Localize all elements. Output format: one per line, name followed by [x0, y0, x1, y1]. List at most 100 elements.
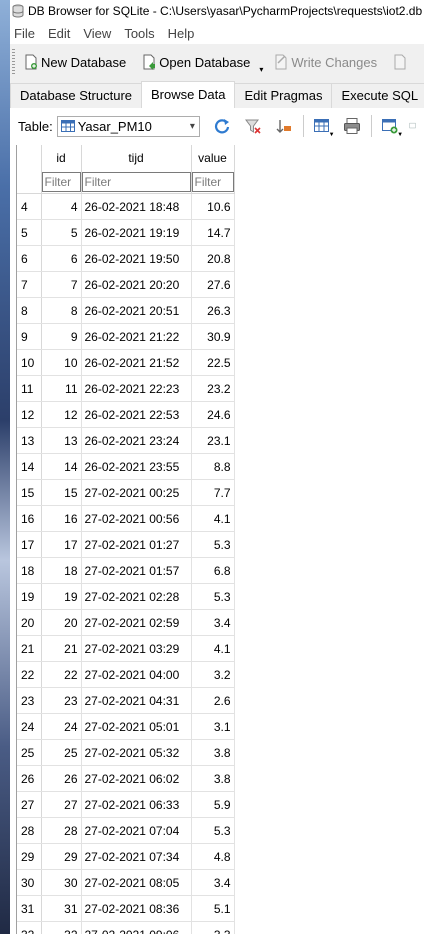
cell-tijd[interactable]: 26-02-2021 23:55	[81, 453, 192, 480]
table-row[interactable]: 24 24 27-02-2021 05:01 3.1	[17, 713, 235, 740]
cell-id[interactable]: 5	[41, 219, 82, 246]
table-row[interactable]: 15 15 27-02-2021 00:25 7.7	[17, 479, 235, 506]
menu-file[interactable]: File	[10, 26, 44, 41]
cell-tijd[interactable]: 27-02-2021 06:33	[81, 791, 192, 818]
cell-tijd[interactable]: 27-02-2021 07:34	[81, 843, 192, 870]
cell-id[interactable]: 6	[41, 245, 82, 272]
cell-id[interactable]: 18	[41, 557, 82, 584]
cell-tijd[interactable]: 27-02-2021 02:28	[81, 583, 192, 610]
table-row[interactable]: 13 13 26-02-2021 23:24 23.1	[17, 427, 235, 454]
row-number[interactable]: 21	[17, 635, 42, 662]
cell-id[interactable]: 31	[41, 895, 82, 922]
cell-tijd[interactable]: 26-02-2021 20:51	[81, 297, 192, 324]
cell-value[interactable]: 3.2	[191, 661, 235, 688]
table-row[interactable]: 16 16 27-02-2021 00:56 4.1	[17, 505, 235, 532]
row-number[interactable]: 20	[17, 609, 42, 636]
cell-value[interactable]: 3.8	[191, 765, 235, 792]
cell-tijd[interactable]: 26-02-2021 21:22	[81, 323, 192, 350]
cell-tijd[interactable]: 27-02-2021 04:31	[81, 687, 192, 714]
table-row[interactable]: 30 30 27-02-2021 08:05 3.4	[17, 869, 235, 896]
row-number[interactable]: 11	[17, 375, 42, 402]
cell-id[interactable]: 4	[41, 193, 82, 220]
row-number[interactable]: 30	[17, 869, 42, 896]
cell-id[interactable]: 19	[41, 583, 82, 610]
row-number[interactable]: 32	[17, 921, 42, 934]
cell-id[interactable]: 15	[41, 479, 82, 506]
cell-id[interactable]: 10	[41, 349, 82, 376]
cell-id[interactable]: 32	[41, 921, 82, 934]
cell-value[interactable]: 6.8	[191, 557, 235, 584]
cell-value[interactable]: 7.7	[191, 479, 235, 506]
open-database-dropdown-icon[interactable]: ▾	[259, 65, 263, 74]
table-row[interactable]: 8 8 26-02-2021 20:51 26.3	[17, 297, 235, 324]
cell-tijd[interactable]: 26-02-2021 21:52	[81, 349, 192, 376]
cell-value[interactable]: 10.6	[191, 193, 235, 220]
cell-tijd[interactable]: 26-02-2021 23:24	[81, 427, 192, 454]
cell-value[interactable]: 20.8	[191, 245, 235, 272]
cell-id[interactable]: 25	[41, 739, 82, 766]
cell-id[interactable]: 28	[41, 817, 82, 844]
cell-value[interactable]: 26.3	[191, 297, 235, 324]
cell-value[interactable]: 3.4	[191, 869, 235, 896]
row-number[interactable]: 26	[17, 765, 42, 792]
save-results-button[interactable]: ▼	[310, 115, 335, 138]
cell-id[interactable]: 20	[41, 609, 82, 636]
menu-view[interactable]: View	[79, 26, 120, 41]
cell-tijd[interactable]: 27-02-2021 00:56	[81, 505, 192, 532]
row-number[interactable]: 10	[17, 349, 42, 376]
cell-tijd[interactable]: 27-02-2021 00:25	[81, 479, 192, 506]
insert-record-button[interactable]: ▼	[378, 115, 403, 138]
cell-value[interactable]: 4.8	[191, 843, 235, 870]
cell-value[interactable]: 8.8	[191, 453, 235, 480]
row-number[interactable]: 28	[17, 817, 42, 844]
cell-value[interactable]: 23.1	[191, 427, 235, 454]
cell-value[interactable]: 3.8	[191, 739, 235, 766]
cell-tijd[interactable]: 27-02-2021 06:02	[81, 765, 192, 792]
cell-tijd[interactable]: 26-02-2021 19:19	[81, 219, 192, 246]
menu-help[interactable]: Help	[164, 26, 204, 41]
write-changes-button[interactable]: Write Changes	[269, 48, 384, 76]
table-row[interactable]: 10 10 26-02-2021 21:52 22.5	[17, 349, 235, 376]
table-row[interactable]: 18 18 27-02-2021 01:57 6.8	[17, 557, 235, 584]
cell-id[interactable]: 8	[41, 297, 82, 324]
cell-tijd[interactable]: 27-02-2021 05:01	[81, 713, 192, 740]
cell-tijd[interactable]: 27-02-2021 01:27	[81, 531, 192, 558]
cell-tijd[interactable]: 26-02-2021 22:53	[81, 401, 192, 428]
cell-tijd[interactable]: 27-02-2021 07:04	[81, 817, 192, 844]
row-number[interactable]: 9	[17, 323, 42, 350]
cell-value[interactable]: 3.3	[191, 921, 235, 934]
cell-id[interactable]: 17	[41, 531, 82, 558]
cell-value[interactable]: 3.1	[191, 713, 235, 740]
table-row[interactable]: 14 14 26-02-2021 23:55 8.8	[17, 453, 235, 480]
cell-id[interactable]: 16	[41, 505, 82, 532]
row-number[interactable]: 16	[17, 505, 42, 532]
cell-value[interactable]: 5.3	[191, 531, 235, 558]
menu-tools[interactable]: Tools	[120, 26, 163, 41]
row-number[interactable]: 18	[17, 557, 42, 584]
row-number[interactable]: 31	[17, 895, 42, 922]
cell-id[interactable]: 27	[41, 791, 82, 818]
table-row[interactable]: 11 11 26-02-2021 22:23 23.2	[17, 375, 235, 402]
row-number[interactable]: 24	[17, 713, 42, 740]
row-header-corner[interactable]	[17, 145, 42, 171]
row-number[interactable]: 15	[17, 479, 42, 506]
cell-tijd[interactable]: 26-02-2021 22:23	[81, 375, 192, 402]
cell-tijd[interactable]: 27-02-2021 08:36	[81, 895, 192, 922]
print-button[interactable]	[341, 115, 365, 137]
table-row[interactable]: 5 5 26-02-2021 19:19 14.7	[17, 219, 235, 246]
cell-tijd[interactable]: 27-02-2021 09:06	[81, 921, 192, 934]
cell-id[interactable]: 22	[41, 661, 82, 688]
cell-id[interactable]: 30	[41, 869, 82, 896]
row-number[interactable]: 12	[17, 401, 42, 428]
filter-input-id[interactable]	[41, 172, 81, 192]
row-number[interactable]: 5	[17, 219, 42, 246]
cell-tijd[interactable]: 27-02-2021 02:59	[81, 609, 192, 636]
cell-tijd[interactable]: 27-02-2021 05:32	[81, 739, 192, 766]
tab-database-structure[interactable]: Database Structure	[10, 83, 143, 108]
cell-value[interactable]: 3.4	[191, 609, 235, 636]
refresh-button[interactable]	[210, 115, 234, 137]
cell-value[interactable]: 4.1	[191, 635, 235, 662]
table-row[interactable]: 17 17 27-02-2021 01:27 5.3	[17, 531, 235, 558]
table-row[interactable]: 29 29 27-02-2021 07:34 4.8	[17, 843, 235, 870]
cell-tijd[interactable]: 26-02-2021 18:48	[81, 193, 192, 220]
